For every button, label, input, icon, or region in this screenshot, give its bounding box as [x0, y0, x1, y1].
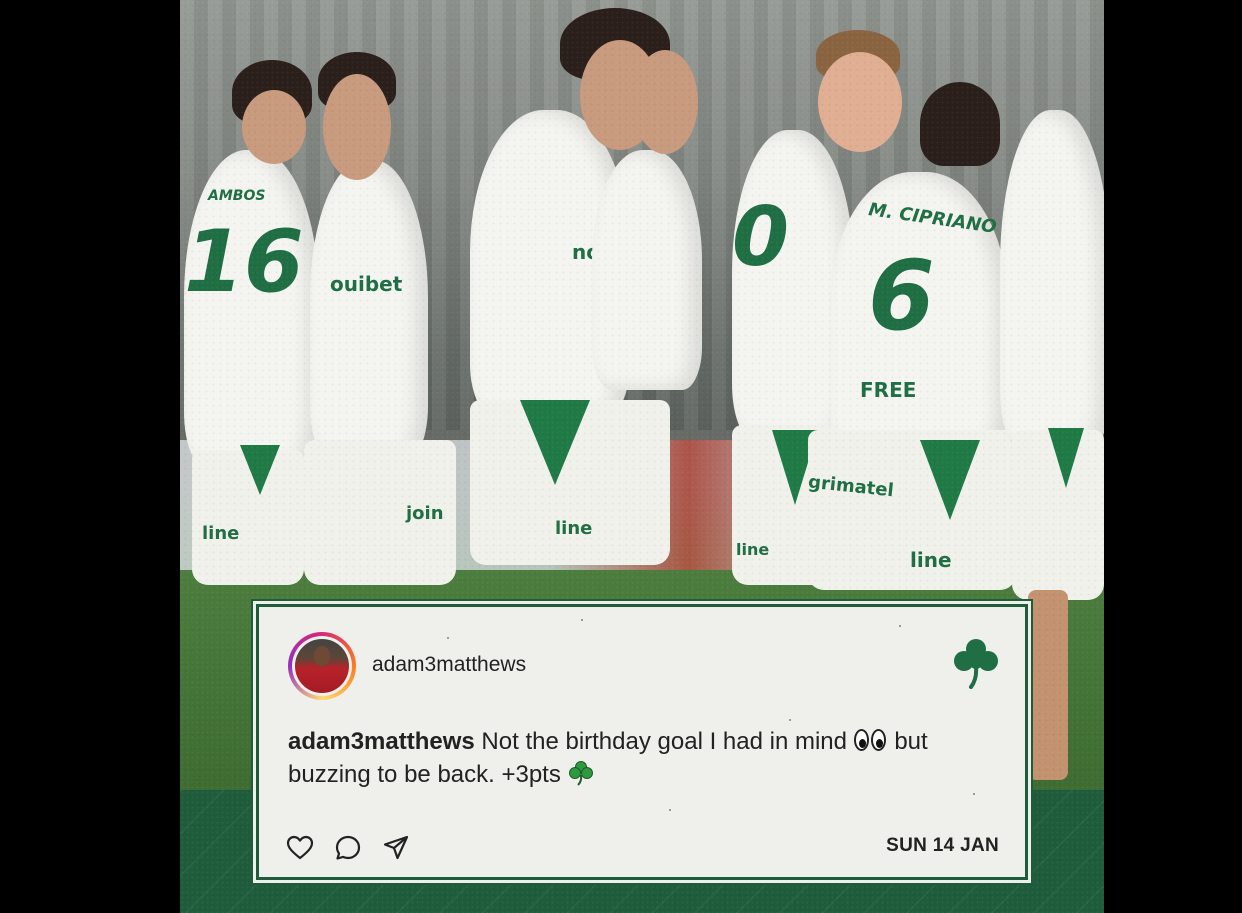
sponsor-line: line	[555, 518, 593, 539]
player-head	[242, 90, 306, 164]
avatar	[295, 639, 349, 693]
story-ring[interactable]	[288, 632, 356, 700]
sponsor-free: FREE	[860, 378, 917, 402]
caption-text-1: Not the birthday goal I had in mind	[481, 728, 847, 755]
avatar-face	[314, 646, 330, 666]
heart-icon[interactable]	[286, 834, 314, 862]
shamrock-emoji-icon	[568, 761, 593, 786]
sponsor-line: line	[202, 523, 240, 544]
sponsor-line: line	[736, 540, 770, 559]
sponsor-line: line	[910, 548, 952, 572]
instagram-post-card: adam3matthews adam3matthews Not the birt…	[256, 604, 1028, 880]
post-date: SUN 14 JAN	[886, 835, 999, 856]
player-head	[323, 74, 391, 180]
sponsor-join: join	[406, 503, 444, 524]
share-icon[interactable]	[382, 834, 410, 862]
jersey-number-6: 6	[868, 240, 935, 352]
player-shorts	[192, 450, 304, 585]
player-head	[632, 50, 698, 154]
player-hair	[920, 82, 1000, 166]
caption-handle[interactable]: adam3matthews	[288, 728, 475, 755]
avatar-border	[292, 636, 352, 696]
dust-speck	[581, 619, 583, 621]
eyes-emoji-icon	[853, 729, 888, 753]
player-leg	[1028, 590, 1068, 780]
player-head	[818, 52, 902, 152]
dust-speck	[973, 793, 975, 795]
post-actions	[286, 833, 410, 863]
sponsor-ouibet: ouibet	[330, 272, 403, 296]
post-username[interactable]: adam3matthews	[372, 653, 526, 677]
player-4	[592, 150, 702, 390]
jersey-number-16: 16	[184, 212, 304, 312]
dust-speck	[899, 625, 901, 627]
jersey-name-16: AMBOS	[208, 188, 266, 204]
dust-speck	[789, 719, 791, 721]
comment-icon[interactable]	[334, 834, 362, 862]
post-caption: adam3matthews Not the birthday goal I ha…	[288, 725, 1008, 791]
player-right	[1000, 110, 1104, 450]
player-ouibet	[310, 160, 428, 460]
dust-speck	[669, 809, 671, 811]
dust-speck	[447, 637, 449, 639]
jersey-number-0: 0	[732, 190, 790, 285]
shamrock-icon	[954, 639, 998, 689]
instagram-post-graphic: AMBOS 16 line ouibet join no line 0 line	[180, 0, 1104, 913]
